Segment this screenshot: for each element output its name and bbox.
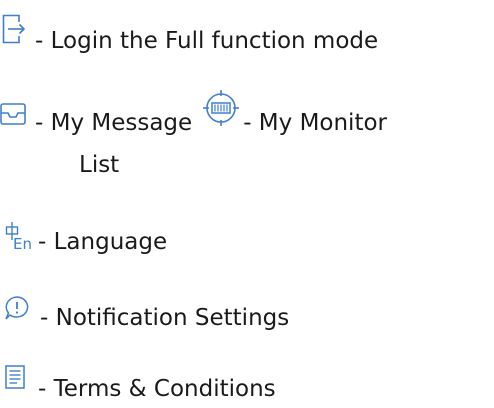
inbox-icon: [0, 103, 26, 125]
svg-text:En: En: [13, 235, 32, 251]
legend-label-monitor: - My Monitor: [243, 110, 387, 136]
icon-legend: - Login the Full function mode - My Mess…: [0, 0, 494, 408]
legend-label-login: - Login the Full function mode: [35, 28, 379, 54]
legend-row-language: En - Language: [0, 222, 168, 259]
legend-label-notification: - Notification Settings: [40, 305, 290, 331]
legend-row-message: - My Message - My Monitor: [0, 90, 387, 140]
legend-row-login: - Login the Full function mode: [0, 14, 379, 58]
notification-icon: [4, 295, 30, 321]
legend-label-language: - Language: [38, 229, 168, 255]
legend-row-notification: - Notification Settings: [0, 296, 290, 335]
legend-label-terms: - Terms & Conditions: [38, 376, 276, 402]
legend-row-terms: - Terms & Conditions: [0, 365, 276, 406]
login-icon: [2, 14, 26, 44]
monitor-icon: [202, 89, 240, 127]
legend-label-message: - My Message: [35, 110, 193, 136]
document-icon: [5, 365, 25, 389]
language-icon: En: [4, 221, 32, 251]
legend-label-monitor-continued: List: [79, 152, 120, 178]
